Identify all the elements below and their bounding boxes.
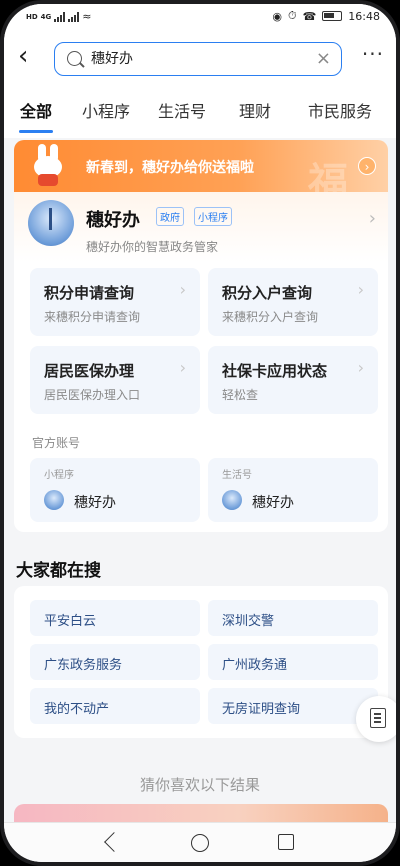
app-logo-small [44, 490, 64, 510]
chevron-right-icon: › [179, 358, 186, 377]
nav-back-icon[interactable] [104, 832, 124, 852]
account-life[interactable]: 生活号 穗好办 [208, 458, 378, 522]
screen: HD 4G ≈ ◉ ⏱ ☎ 16:48 ‹ × ··· 全部 小程序 生活号 理… [4, 4, 396, 862]
service-subtitle: 居民医保办理入口 [44, 388, 141, 402]
phone-frame: HD 4G ≈ ◉ ⏱ ☎ 16:48 ‹ × ··· 全部 小程序 生活号 理… [0, 0, 400, 866]
popular-item[interactable]: 我的不动产 [30, 688, 200, 724]
status-right: ◉ ⏱ ☎ 16:48 [272, 9, 380, 23]
chevron-right-icon: › [357, 358, 364, 377]
battery-icon [322, 11, 343, 21]
chevron-right-icon: › [368, 208, 376, 229]
popular-item[interactable]: 广东政务服务 [30, 644, 200, 680]
carrier-tag: 4G [40, 12, 52, 21]
tab-bar: 全部 小程序 生活号 理财 市民服务 [4, 88, 396, 138]
service-points-apply[interactable]: 积分申请查询 来穗积分申请查询 › [30, 268, 200, 336]
clipboard-float-button[interactable] [356, 696, 396, 742]
app-description: 穗好办你的智慧政务管家 [86, 240, 219, 254]
service-medical-insurance[interactable]: 居民医保办理 居民医保办理入口 › [30, 346, 200, 414]
system-nav-bar [4, 822, 396, 862]
service-title: 积分申请查询 [44, 284, 135, 302]
popular-item[interactable]: 平安白云 [30, 600, 200, 636]
status-left: HD 4G ≈ [26, 10, 92, 23]
nav-home-icon[interactable] [191, 834, 209, 852]
popular-item[interactable]: 深圳交警 [208, 600, 378, 636]
status-bar: HD 4G ≈ ◉ ⏱ ☎ 16:48 [4, 4, 396, 30]
service-social-card[interactable]: 社保卡应用状态 轻松查 › [208, 346, 378, 414]
search-input[interactable] [91, 50, 291, 66]
service-subtitle: 轻松查 [222, 388, 259, 402]
guess-title: 猜你喜欢以下结果 [139, 776, 260, 794]
clock: 16:48 [348, 9, 380, 23]
service-subtitle: 来穗积分申请查询 [44, 310, 141, 324]
chevron-right-icon: › [357, 280, 364, 299]
app-logo-small [222, 490, 242, 510]
alarm-icon: ⏱ [288, 9, 297, 22]
account-type: 生活号 [222, 470, 252, 481]
app-header[interactable]: 穗好办 政府 小程序 穗好办你的智慧政务管家 › [14, 192, 388, 262]
more-icon[interactable]: ··· [362, 44, 384, 64]
tab-life-account[interactable]: 生活号 [144, 88, 220, 138]
search-icon [67, 51, 82, 66]
service-title: 居民医保办理 [44, 362, 135, 380]
clear-icon[interactable]: × [316, 48, 331, 69]
popular-item[interactable]: 广州政务通 [208, 644, 378, 680]
service-title: 积分入户查询 [222, 284, 313, 302]
rabbit-mascot-icon [30, 144, 66, 188]
chevron-right-icon: › [179, 280, 186, 299]
tag-mini-program: 小程序 [194, 207, 232, 226]
tab-all[interactable]: 全部 [4, 88, 68, 138]
tab-mini-program[interactable]: 小程序 [68, 88, 144, 138]
eye-icon: ◉ [272, 9, 282, 23]
clipboard-icon [370, 708, 386, 728]
search-box[interactable]: × [54, 42, 342, 76]
banner-text: 新春到，穗好办给你送福啦 [86, 160, 254, 176]
app-logo [28, 200, 74, 246]
popular-item[interactable]: 无房证明查询 [208, 688, 378, 724]
app-result-card: 新春到，穗好办给你送福啦 福 › 穗好办 政府 小程序 穗好办你的智慧政务管家 … [14, 140, 388, 532]
app-name: 穗好办 [86, 210, 140, 231]
account-type: 小程序 [44, 470, 74, 481]
account-name: 穗好办 [252, 495, 294, 511]
network-type: HD [26, 12, 38, 21]
back-icon[interactable]: ‹ [18, 43, 28, 69]
tab-finance[interactable]: 理财 [220, 88, 290, 138]
service-title: 社保卡应用状态 [222, 362, 328, 380]
signal-icon [54, 11, 66, 22]
service-points-hukou[interactable]: 积分入户查询 来穗积分入户查询 › [208, 268, 378, 336]
chevron-right-icon: › [358, 157, 376, 175]
search-header: ‹ × ··· [4, 30, 396, 88]
new-year-banner[interactable]: 新春到，穗好办给你送福啦 福 › [14, 140, 388, 206]
tag-government: 政府 [156, 207, 184, 226]
mute-icon: ☎ [302, 9, 317, 23]
popular-title: 大家都在搜 [16, 561, 101, 581]
service-subtitle: 来穗积分入户查询 [222, 310, 319, 324]
popular-search-card: 平安白云 深圳交警 广东政务服务 广州政务通 我的不动产 无房证明查询 [14, 586, 388, 738]
wifi-icon: ≈ [82, 10, 92, 23]
nav-recent-icon[interactable] [278, 834, 294, 850]
tab-citizen-service[interactable]: 市民服务 [290, 88, 390, 138]
signal-icon-2 [68, 11, 80, 22]
official-accounts-label: 官方账号 [32, 436, 81, 450]
account-name: 穗好办 [74, 495, 116, 511]
account-mini-program[interactable]: 小程序 穗好办 [30, 458, 200, 522]
